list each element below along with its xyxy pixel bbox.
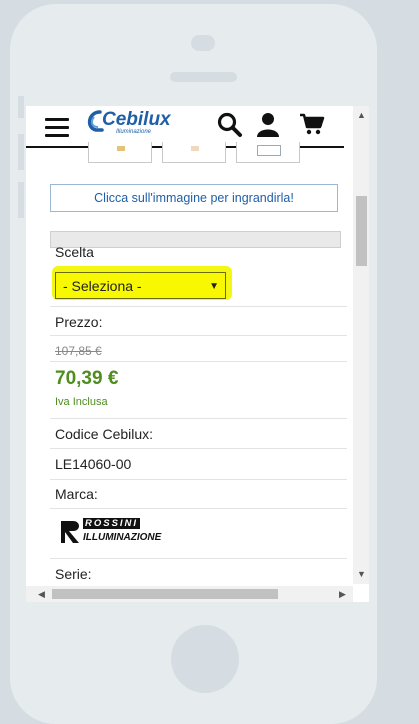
scroll-down-arrow-icon[interactable]: ▼ [357, 569, 366, 579]
code-value: LE14060-00 [55, 456, 132, 472]
choice-label: Scelta [55, 244, 94, 260]
scroll-left-arrow-icon[interactable]: ◀ [38, 589, 45, 600]
horizontal-scroll-thumb[interactable] [52, 589, 278, 599]
scroll-right-arrow-icon[interactable]: ▶ [339, 589, 346, 600]
menu-icon[interactable] [45, 118, 69, 138]
speaker-slot [170, 72, 237, 82]
search-icon[interactable] [217, 112, 243, 138]
camera-lens [191, 35, 215, 51]
variant-select[interactable]: - Seleziona - ▼ [55, 272, 226, 299]
side-button [18, 182, 24, 218]
brand-logo-text-1: ROSSINI [83, 518, 141, 529]
code-label: Codice Cebilux: [55, 426, 154, 442]
logo-subtext: Illuminazione [116, 129, 152, 135]
scroll-up-arrow-icon[interactable]: ▲ [357, 110, 366, 120]
site-logo[interactable]: Cebilux Illuminazione [86, 108, 186, 138]
old-price: 107,85 € [55, 344, 102, 358]
series-label: Serie: [55, 566, 92, 582]
brand-label: Marca: [55, 486, 98, 502]
product-thumbnail[interactable] [236, 142, 300, 163]
horizontal-scrollbar[interactable]: ◀ ▶ [26, 586, 353, 602]
divider [50, 361, 347, 362]
product-thumbnail[interactable] [88, 142, 152, 163]
cart-icon[interactable] [299, 112, 325, 136]
home-button[interactable] [171, 625, 239, 693]
divider [50, 558, 347, 559]
logo-text: Cebilux [102, 109, 171, 130]
vat-note: Iva Inclusa [55, 396, 108, 408]
divider [50, 335, 347, 336]
current-price: 70,39 € [55, 368, 119, 389]
divider [50, 306, 347, 307]
enlarge-image-hint[interactable]: Clicca sull'immagine per ingrandirla! [50, 184, 338, 212]
divider [50, 418, 347, 419]
divider [50, 479, 347, 480]
phone-screen: Cebilux Illuminazione Clicca sull'immagi… [26, 106, 369, 602]
side-button [18, 96, 24, 118]
divider [50, 508, 347, 509]
brand-logo-text-2: ILLUMINAZIONE [83, 532, 162, 543]
price-label: Prezzo: [55, 314, 103, 330]
side-button [18, 134, 24, 170]
divider [50, 448, 347, 449]
product-thumbnail[interactable] [162, 142, 226, 163]
vertical-scrollbar[interactable]: ▲ ▼ [353, 106, 369, 584]
vertical-scroll-thumb[interactable] [356, 196, 367, 266]
select-value: - Seleziona - [63, 278, 142, 294]
dropdown-arrow-icon: ▼ [209, 281, 219, 292]
user-icon[interactable] [256, 112, 280, 138]
brand-logo[interactable]: ROSSINI ILLUMINAZIONE [57, 517, 169, 547]
